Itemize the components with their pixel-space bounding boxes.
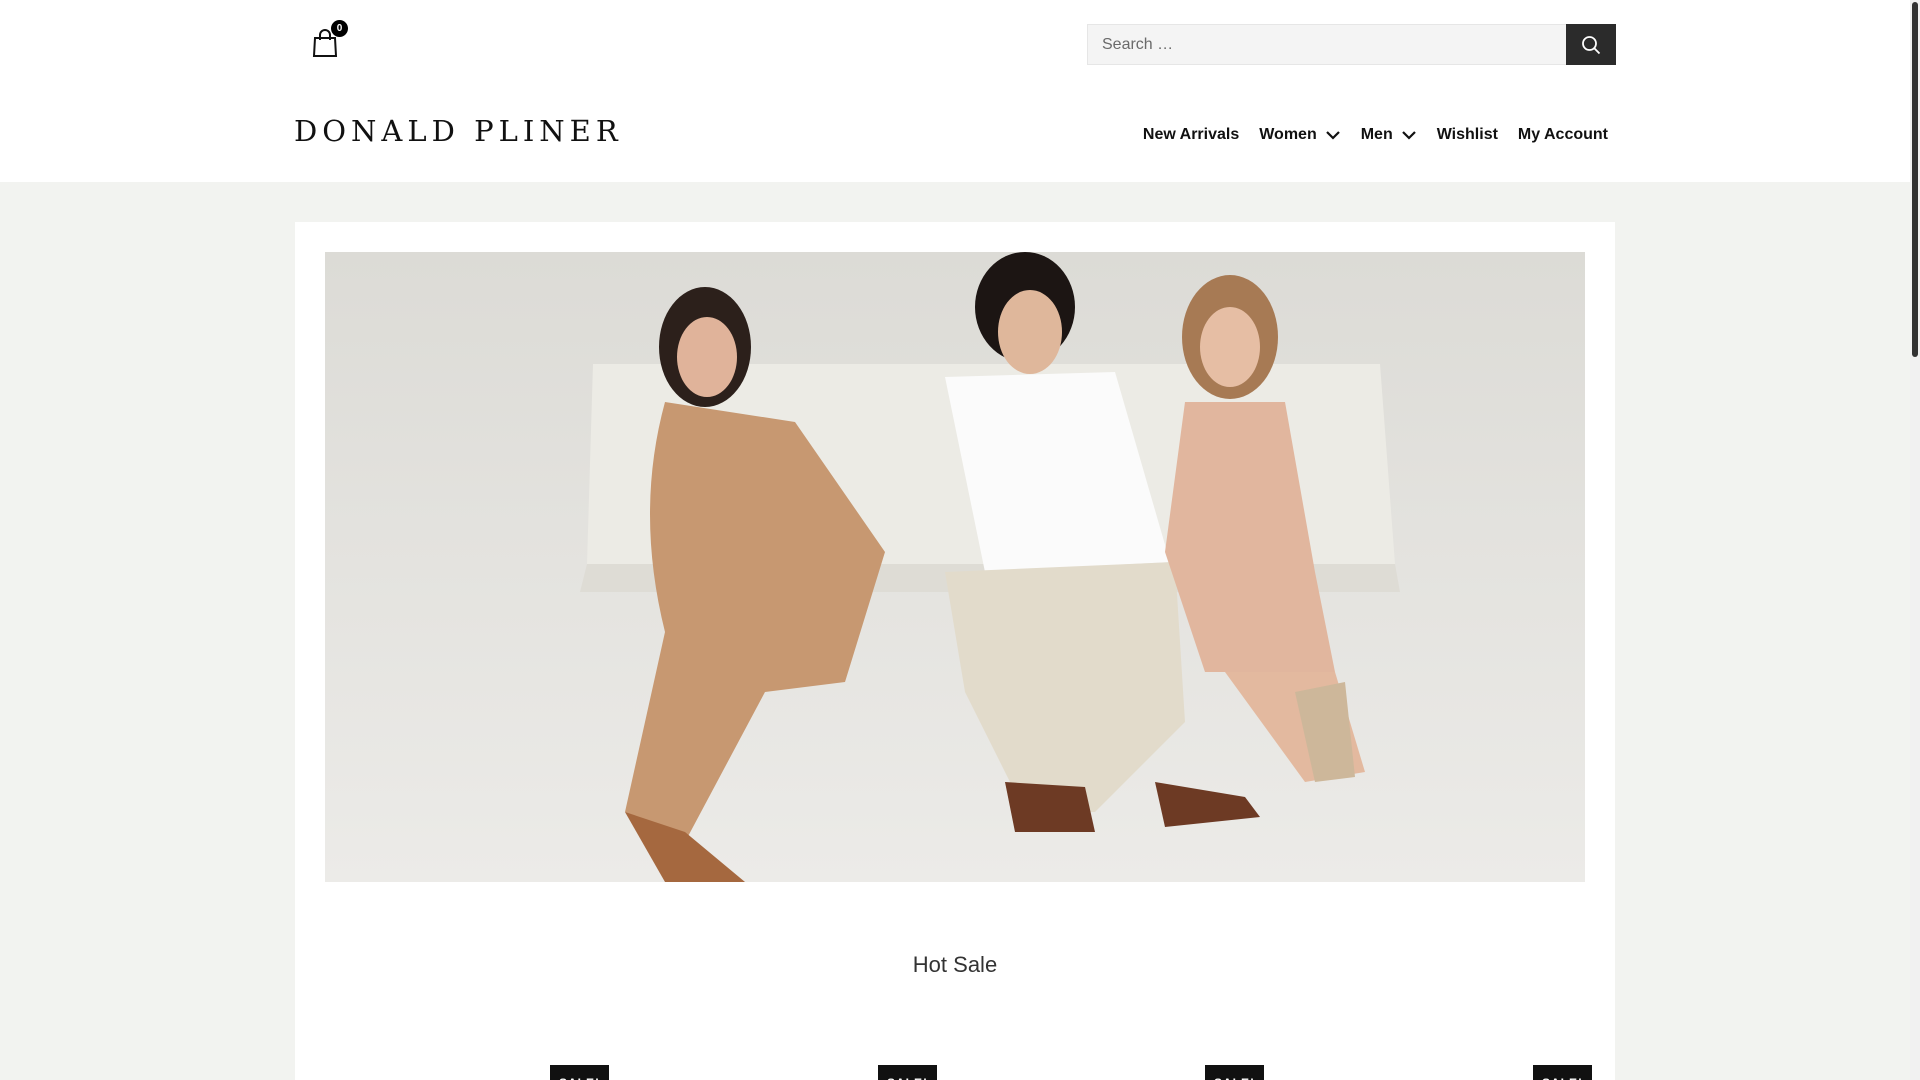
sale-badge: SALE!	[878, 1065, 937, 1080]
cart-count-badge: 0	[331, 20, 348, 37]
chevron-down-icon	[1401, 131, 1416, 140]
sale-badge: SALE!	[1205, 1065, 1264, 1080]
sale-badge: SALE!	[550, 1065, 609, 1080]
search-button[interactable]	[1566, 24, 1616, 65]
nav-label: New Arrivals	[1142, 126, 1240, 143]
nav-my-account[interactable]: My Account	[1518, 126, 1608, 144]
search-icon	[1582, 35, 1601, 54]
chevron-down-icon	[1325, 131, 1340, 140]
nav-label: Wishlist	[1436, 126, 1498, 143]
search-input[interactable]	[1087, 24, 1566, 65]
nav-women[interactable]: Women	[1259, 126, 1340, 144]
sale-badge: SALE!	[1533, 1065, 1592, 1080]
hero-illustration	[325, 252, 1585, 882]
section-title-hot-sale: Hot Sale	[912, 952, 998, 977]
hero-banner-image[interactable]	[325, 252, 1585, 882]
site-logo[interactable]: DONALD PLINER	[294, 116, 623, 146]
nav-new-arrivals[interactable]: New Arrivals	[1143, 126, 1239, 144]
page-scrollbar[interactable]	[1910, 0, 1920, 1080]
nav-label: My Account	[1517, 126, 1608, 143]
nav-wishlist[interactable]: Wishlist	[1437, 126, 1498, 144]
site-header: 0 DONALD PLINER New Arrivals Women Men	[0, 0, 1910, 182]
scrollbar-thumb[interactable]	[1912, 2, 1918, 357]
nav-label: Women	[1259, 126, 1317, 143]
main-nav: New Arrivals Women Men Wishlist My Accou…	[1123, 122, 1608, 148]
main-content: Hot Sale SALE! SALE! SALE! SALE!	[295, 222, 1615, 1080]
nav-label: Men	[1360, 126, 1393, 143]
search-form	[1087, 24, 1616, 65]
nav-men[interactable]: Men	[1361, 126, 1417, 144]
